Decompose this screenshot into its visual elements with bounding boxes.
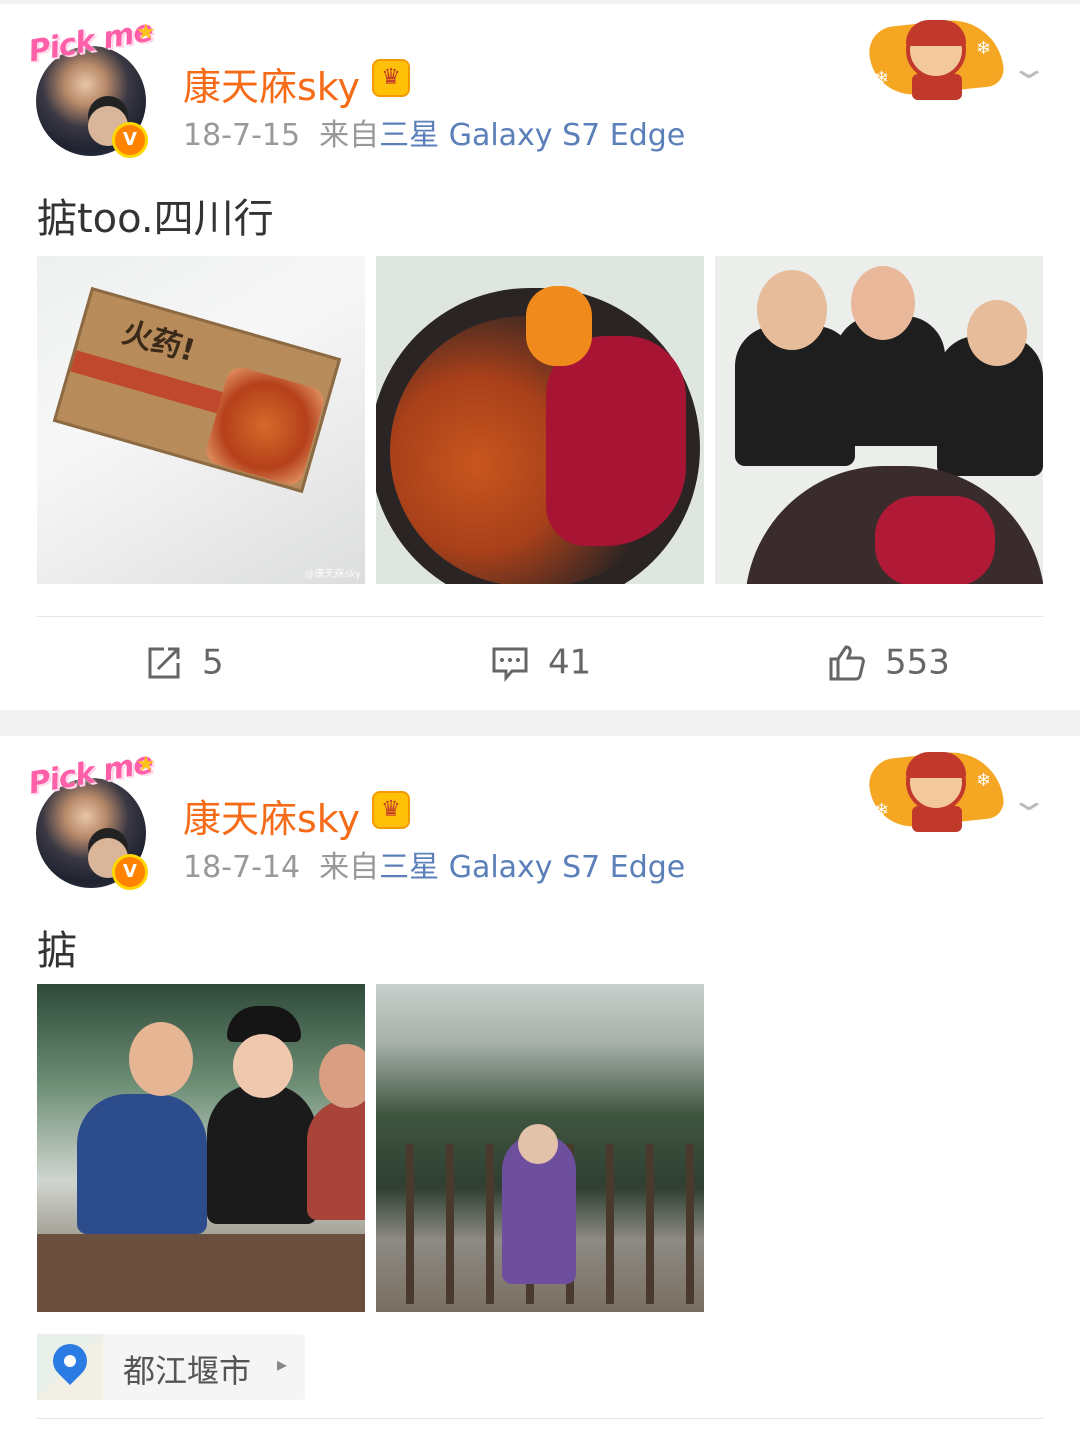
chevron-down-icon[interactable]: ⌄ xyxy=(1002,52,1056,86)
comment-icon xyxy=(492,647,528,682)
chevron-right-icon: ▸ xyxy=(277,1352,288,1376)
post-photo[interactable] xyxy=(715,256,1043,584)
comment-button[interactable]: 41 xyxy=(490,641,591,687)
snowflake-icon: ❄ xyxy=(976,770,992,791)
post-photo[interactable] xyxy=(376,984,704,1312)
chevron-down-icon[interactable]: ⌄ xyxy=(1002,784,1056,818)
repost-icon xyxy=(148,647,180,678)
star-icon: ★ xyxy=(136,20,156,45)
post-meta: 18-7-14 来自三星 Galaxy S7 Edge xyxy=(183,842,685,886)
crown-icon[interactable]: ♛ xyxy=(372,59,410,97)
star-icon: ★ xyxy=(136,752,156,777)
divider xyxy=(37,1418,1043,1419)
post-photo[interactable] xyxy=(37,984,365,1312)
from-prefix: 来自 xyxy=(319,118,380,153)
username[interactable]: 康天庥sky xyxy=(183,788,360,843)
source-device-link[interactable]: 三星 Galaxy S7 Edge xyxy=(379,850,685,885)
feed-card[interactable]: Pick me ★ V 康天庥sky ♛ 18-7-14 来自三星 Galaxy… xyxy=(0,736,1080,1430)
post-photo[interactable]: 火药! @康天庥sky xyxy=(37,256,365,584)
map-thumbnail xyxy=(37,1334,103,1400)
source-device-link[interactable]: 三星 Galaxy S7 Edge xyxy=(379,118,685,153)
repost-button[interactable]: 5 xyxy=(144,641,224,687)
from-prefix: 来自 xyxy=(319,850,380,885)
avatar-frame[interactable]: Pick me ★ V xyxy=(26,745,158,896)
photo-label: 火药! xyxy=(118,315,199,370)
snowflake-icon: ❄ xyxy=(874,800,890,821)
snowflake-icon: ❄ xyxy=(874,68,890,89)
avatar-frame[interactable]: Pick me ★ V xyxy=(26,13,158,164)
post-date: 18-7-15 xyxy=(183,118,301,153)
post-text: 掂too.四川行 xyxy=(37,196,274,242)
decoration-sticker: ❄ ❄ xyxy=(866,8,1006,104)
post-meta: 18-7-15 来自三星 Galaxy S7 Edge xyxy=(183,110,685,154)
location-name: 都江堰市 xyxy=(123,1352,252,1390)
crown-icon[interactable]: ♛ xyxy=(372,791,410,829)
snowflake-icon: ❄ xyxy=(976,38,992,59)
post-photo[interactable] xyxy=(376,256,704,584)
location-pin-icon xyxy=(45,1336,95,1386)
username[interactable]: 康天庥sky xyxy=(183,56,360,111)
like-count: 553 xyxy=(885,642,950,683)
feed-card[interactable]: Pick me ★ V 康天庥sky ♛ 18-7-15 来自三星 Galaxy… xyxy=(0,4,1080,710)
repost-count: 5 xyxy=(202,642,224,683)
verified-badge: V xyxy=(112,122,148,158)
location-tag[interactable]: 都江堰市 ▸ xyxy=(37,1334,305,1400)
comment-count: 41 xyxy=(548,642,592,683)
post-date: 18-7-14 xyxy=(183,850,301,885)
decoration-sticker: ❄ ❄ xyxy=(866,740,1006,836)
photo-watermark: @康天庥sky xyxy=(304,569,361,580)
thumbs-up-icon xyxy=(829,644,865,680)
action-bar: 5 41 553 xyxy=(37,616,1043,710)
verified-badge: V xyxy=(112,854,148,890)
like-button[interactable]: 553 xyxy=(827,641,950,687)
post-text: 掂 xyxy=(37,928,77,974)
